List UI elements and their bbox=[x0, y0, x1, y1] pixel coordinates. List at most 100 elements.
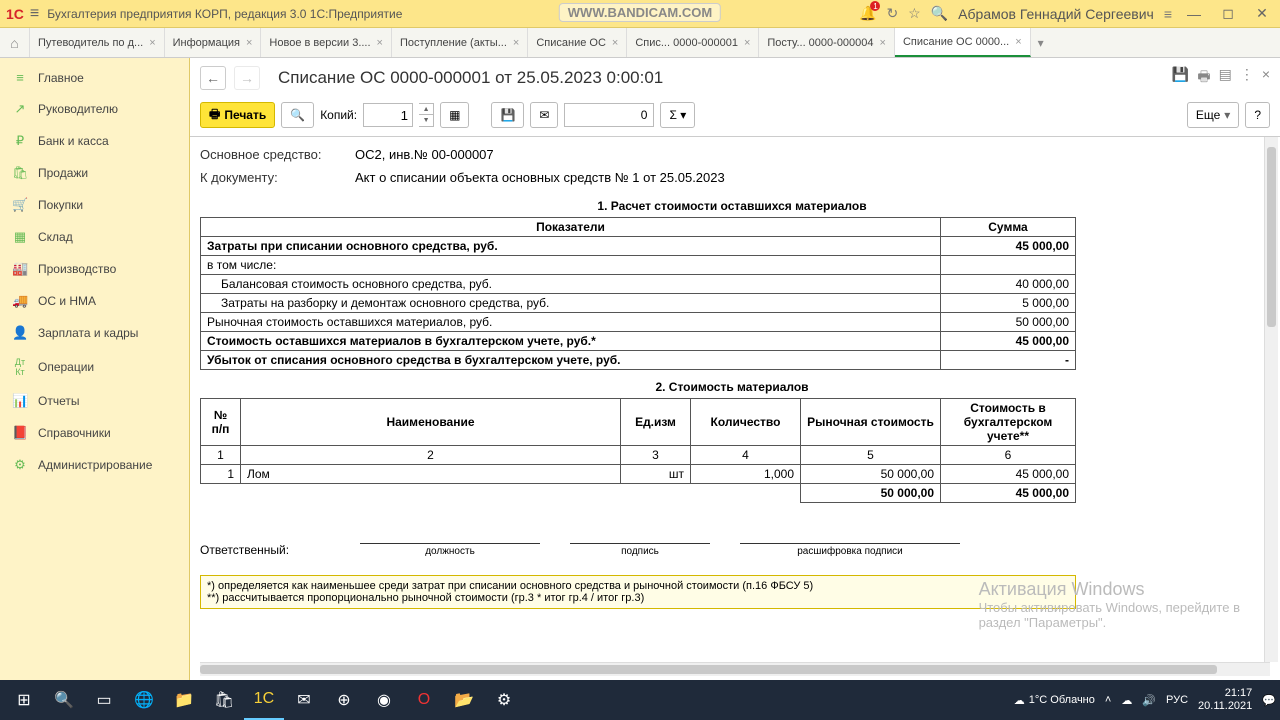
weather-widget[interactable]: ☁ 1°C Облачно bbox=[1014, 694, 1095, 707]
taskview-icon[interactable]: ▭ bbox=[84, 680, 124, 720]
settings-icon[interactable]: ≡ bbox=[1164, 6, 1172, 22]
notifications-taskbar-icon[interactable]: 💬 bbox=[1262, 694, 1276, 707]
sidebar-item[interactable]: ▦Склад bbox=[0, 221, 189, 253]
teamviewer-icon[interactable]: ⊕ bbox=[324, 680, 364, 720]
onedrive-icon[interactable]: ☁ bbox=[1121, 694, 1132, 707]
settings-taskbar-icon[interactable]: ⚙ bbox=[484, 680, 524, 720]
search-taskbar-icon[interactable]: 🔍 bbox=[44, 680, 84, 720]
printer-icon: 🖶 bbox=[209, 105, 220, 126]
sidebar-item[interactable]: 👤Зарплата и кадры bbox=[0, 317, 189, 349]
1c-taskbar-icon[interactable]: 1C bbox=[244, 680, 284, 720]
toolbar: 🖶Печать 🔍 Копий: ▲▼ ▦ 💾 ✉ 0 Σ ▾ Еще ? bbox=[190, 98, 1280, 137]
back-button[interactable]: ← bbox=[200, 66, 226, 90]
factory-icon: 🏭 bbox=[12, 261, 28, 277]
tab[interactable]: Новое в версии 3....× bbox=[261, 28, 392, 57]
store-icon[interactable]: 🛍 bbox=[204, 680, 244, 720]
sales-icon: 🛍 bbox=[12, 165, 28, 181]
vertical-scrollbar[interactable] bbox=[1264, 137, 1278, 662]
os-label: Основное средство: bbox=[200, 147, 355, 162]
sidebar-item[interactable]: ⚙Администрирование bbox=[0, 449, 189, 481]
reports-icon: 📊 bbox=[12, 393, 28, 409]
sidebar-item[interactable]: 📊Отчеты bbox=[0, 385, 189, 417]
home-tab[interactable]: ⌂ bbox=[0, 28, 30, 57]
notification-icon[interactable]: 🔔1 bbox=[859, 5, 876, 22]
tab[interactable]: Информация× bbox=[165, 28, 262, 57]
warehouse-icon: ▦ bbox=[12, 229, 28, 245]
help-button[interactable]: ? bbox=[1245, 102, 1270, 128]
print-button[interactable]: 🖶Печать bbox=[200, 102, 275, 128]
gear-icon: ⚙ bbox=[12, 457, 28, 473]
favorite-icon[interactable]: ☆ bbox=[908, 5, 921, 22]
tab[interactable]: Путеводитель по д...× bbox=[30, 28, 165, 57]
lang-indicator[interactable]: РУС bbox=[1166, 694, 1188, 706]
tray-chevron-icon[interactable]: ˄ bbox=[1105, 694, 1111, 706]
user-name[interactable]: Абрамов Геннадий Сергеевич bbox=[958, 6, 1154, 22]
tab[interactable]: Спис... 0000-000001× bbox=[627, 28, 759, 57]
book-icon: 📕 bbox=[12, 425, 28, 441]
chart-icon: ↗ bbox=[12, 101, 28, 117]
sidebar-item[interactable]: ↗Руководителю bbox=[0, 93, 189, 125]
section2-title: 2. Стоимость материалов bbox=[200, 370, 1264, 398]
minimize-icon[interactable]: — bbox=[1182, 6, 1206, 22]
taskbar: ⊞ 🔍 ▭ 🌐 📁 🛍 1C ✉ ⊕ ◉ O 📂 ⚙ ☁ 1°C Облачно… bbox=[0, 680, 1280, 720]
opera-icon[interactable]: O bbox=[404, 680, 444, 720]
kebab-icon[interactable]: ⋮ bbox=[1240, 66, 1254, 90]
more-button[interactable]: Еще bbox=[1187, 102, 1239, 128]
menu-icon[interactable]: ≡ bbox=[30, 5, 39, 23]
docref-label: К документу: bbox=[200, 170, 355, 185]
tab-active[interactable]: Списание ОС 0000...× bbox=[895, 28, 1031, 57]
sidebar-item[interactable]: ₽Банк и касса bbox=[0, 125, 189, 157]
doc-title: Списание ОС 0000-000001 от 25.05.2023 0:… bbox=[278, 68, 663, 88]
close-tab-icon[interactable]: × bbox=[149, 37, 155, 49]
print-icon[interactable]: 🖶 bbox=[1197, 66, 1210, 90]
email-button[interactable]: ✉ bbox=[530, 102, 558, 128]
tab-overflow-icon[interactable]: ▾ bbox=[1031, 28, 1051, 57]
sidebar-item[interactable]: 🛒Покупки bbox=[0, 189, 189, 221]
os-value: ОС2, инв.№ 00-000007 bbox=[355, 147, 494, 162]
tab[interactable]: Поступление (акты...× bbox=[392, 28, 528, 57]
tab[interactable]: Списание ОС× bbox=[528, 28, 627, 57]
grid-button[interactable]: ▦ bbox=[440, 102, 469, 128]
copies-spinner[interactable]: ▲▼ bbox=[419, 103, 434, 127]
sidebar-item[interactable]: 🛍Продажи bbox=[0, 157, 189, 189]
doc-body: Основное средство:ОС2, инв.№ 00-000007 К… bbox=[190, 137, 1280, 662]
sidebar-item[interactable]: 🚚ОС и НМА bbox=[0, 285, 189, 317]
cart-icon: 🛒 bbox=[12, 197, 28, 213]
close-icon[interactable]: ✕ bbox=[1250, 5, 1274, 22]
close-doc-icon[interactable]: × bbox=[1262, 66, 1270, 90]
content: ← → Списание ОС 0000-000001 от 25.05.202… bbox=[190, 58, 1280, 680]
operations-icon: ДтКт bbox=[12, 357, 28, 377]
truck-icon: 🚚 bbox=[12, 293, 28, 309]
search-icon[interactable]: 🔍 bbox=[931, 5, 948, 22]
chrome-icon[interactable]: ◉ bbox=[364, 680, 404, 720]
edge-icon[interactable]: 🌐 bbox=[124, 680, 164, 720]
forward-button[interactable]: → bbox=[234, 66, 260, 90]
bandicam-watermark: WWW.BANDICAM.COM bbox=[559, 3, 721, 22]
clock[interactable]: 21:1720.11.2021 bbox=[1198, 687, 1252, 713]
copies-label: Копий: bbox=[320, 108, 357, 122]
sidebar-item[interactable]: ДтКтОперации bbox=[0, 349, 189, 385]
sidebar-item[interactable]: ≡Главное bbox=[0, 62, 189, 93]
save-icon[interactable]: 💾 bbox=[1172, 66, 1189, 90]
footnotes: *) определяется как наименьшее среди зат… bbox=[200, 575, 1076, 609]
sidebar-item[interactable]: 📕Справочники bbox=[0, 417, 189, 449]
sidebar-item[interactable]: 🏭Производство bbox=[0, 253, 189, 285]
volume-icon[interactable]: 🔊 bbox=[1142, 694, 1156, 707]
export-icon[interactable]: ▤ bbox=[1219, 66, 1232, 90]
horizontal-scrollbar[interactable] bbox=[200, 662, 1270, 676]
folder-icon[interactable]: 📂 bbox=[444, 680, 484, 720]
maximize-icon[interactable]: ◻ bbox=[1216, 5, 1240, 22]
preview-button[interactable]: 🔍 bbox=[281, 102, 314, 128]
tab[interactable]: Посту... 0000-000004× bbox=[759, 28, 895, 57]
start-button[interactable]: ⊞ bbox=[4, 680, 44, 720]
save-button[interactable]: 💾 bbox=[491, 102, 524, 128]
explorer-icon[interactable]: 📁 bbox=[164, 680, 204, 720]
mail-icon[interactable]: ✉ bbox=[284, 680, 324, 720]
titlebar: 1C ≡ Бухгалтерия предприятия КОРП, редак… bbox=[0, 0, 1280, 28]
bank-icon: ₽ bbox=[12, 133, 28, 149]
copies-input[interactable] bbox=[363, 103, 413, 127]
sigma-button[interactable]: Σ ▾ bbox=[660, 102, 695, 128]
history-icon[interactable]: ↻ bbox=[886, 5, 898, 22]
docref-value: Акт о списании объекта основных средств … bbox=[355, 170, 725, 185]
sum-display: 0 bbox=[564, 103, 654, 127]
